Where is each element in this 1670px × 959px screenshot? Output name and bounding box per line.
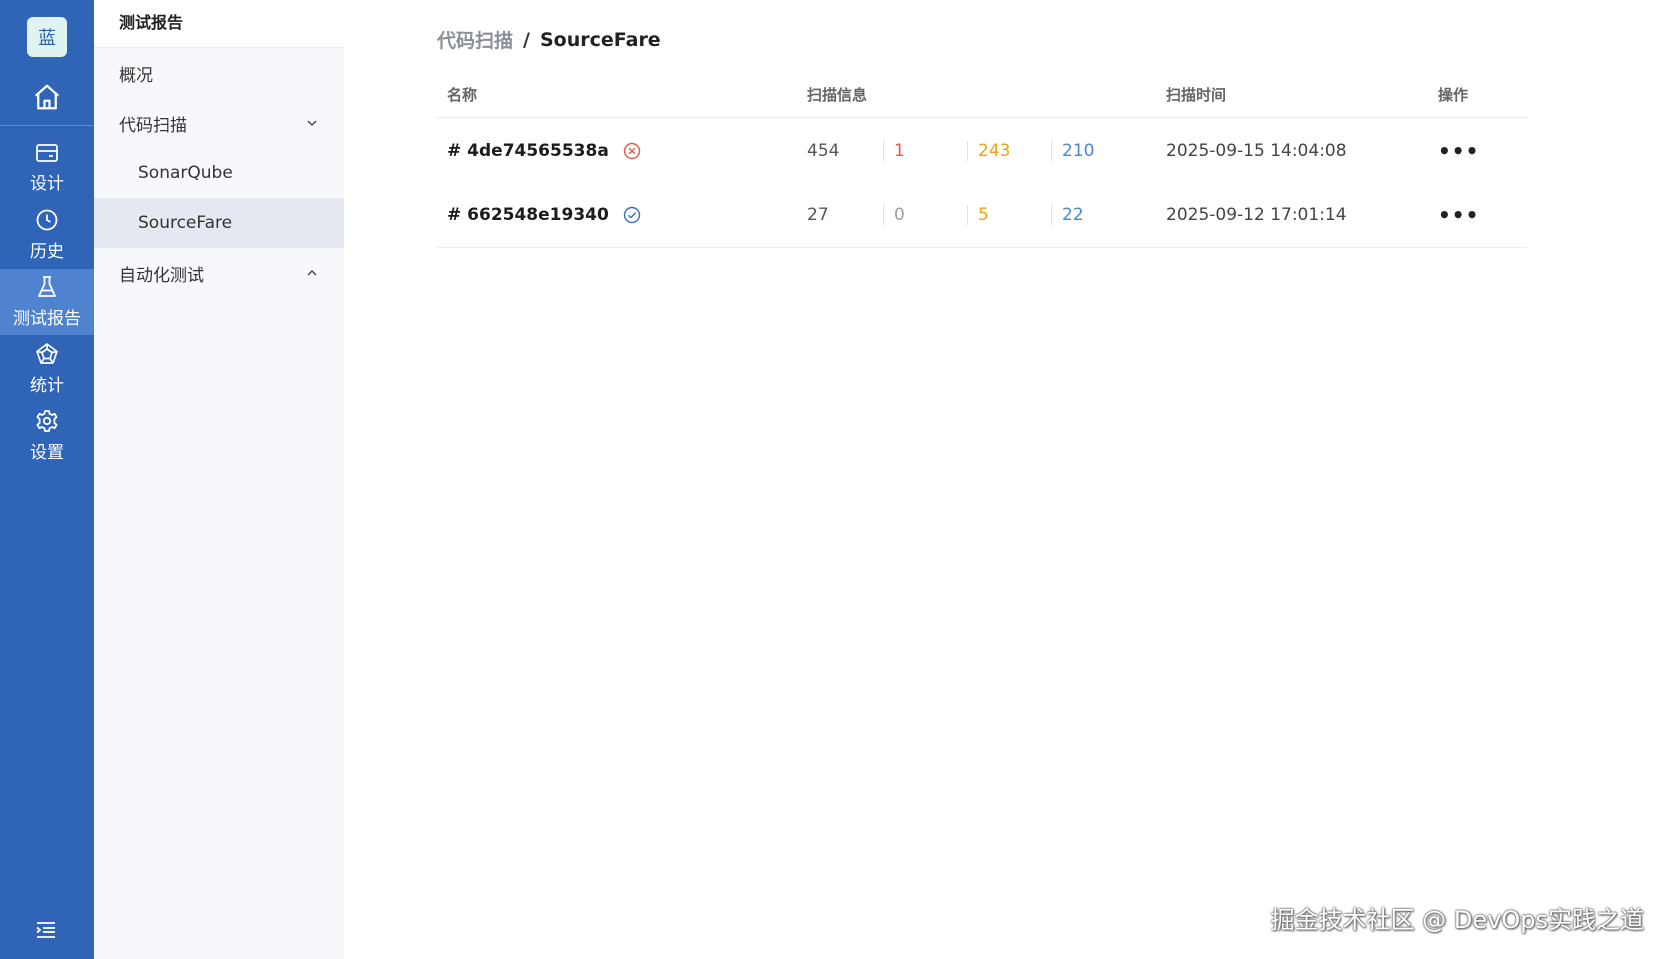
issue-count-critical: 0 [883,205,967,225]
rail-item-label: 统计 [30,376,64,396]
success-status-icon [623,206,641,224]
failed-status-icon [623,142,641,159]
issue-count-info: 210 [1051,140,1094,161]
rail-item-history[interactable]: 历史 [0,202,94,268]
rail-item-label: 设置 [30,443,64,463]
sidebar-item-label: SourceFare [138,213,233,233]
issue-count-critical: 1 [883,140,967,161]
sidebar-item-label: 自动化测试 [119,265,204,286]
scan-info: 454 1 243 210 [807,140,1166,161]
sidebar-item-label: 概况 [119,65,153,86]
sidebar-item-sonarqube[interactable]: SonarQube [94,148,344,198]
chevron-up-icon [307,270,317,276]
rail-item-design[interactable]: 设计 [0,135,94,201]
breadcrumb: 代码扫描 / SourceFare [437,26,661,53]
more-actions-button[interactable]: ••• [1438,203,1479,227]
left-rail: 蓝 设计 历史 测试报告 统计 设置 [0,0,94,959]
clock-icon [36,209,58,231]
breadcrumb-separator: / [523,28,530,51]
card-icon [36,144,58,162]
sidebar-item-code-scan[interactable]: 代码扫描 [94,98,344,148]
rail-item-settings[interactable]: 设置 [0,403,94,469]
scan-name-link[interactable]: # 4de74565538a [447,141,622,161]
scan-time: 2025-09-12 17:01:14 [1166,205,1347,225]
rail-item-statistics[interactable]: 统计 [0,336,94,402]
sidebar-item-sourcefare[interactable]: SourceFare [94,198,344,248]
breadcrumb-current: SourceFare [539,28,661,51]
column-header-scan-info: 扫描信息 [807,86,868,104]
main-content: 代码扫描 / SourceFare 名称 扫描信息 扫描时间 操作 # 4de7… [344,0,1670,959]
secondary-sidebar: 测试报告 概况 代码扫描 SonarQube SourceFare 自动化测试 [94,0,344,959]
table-row[interactable]: # 4de74565538a 454 1 243 210 2025-09-15 … [437,118,1527,183]
issue-total: 27 [807,205,829,225]
home-button[interactable] [0,74,94,120]
sidebar-item-label: 代码扫描 [119,115,187,136]
rail-item-label: 测试报告 [13,309,81,329]
rail-item-test-report[interactable]: 测试报告 [0,269,94,335]
column-header-scan-time: 扫描时间 [1166,86,1227,104]
column-header-name: 名称 [447,86,478,104]
rail-item-label: 历史 [30,242,64,262]
issue-count-warning: 243 [967,140,1051,161]
gear-icon [36,410,58,432]
issue-count-info: 22 [1051,205,1084,225]
rail-divider [0,125,94,126]
flask-icon [38,276,56,297]
scan-table: 名称 扫描信息 扫描时间 操作 # 4de74565538a 454 1 243… [437,72,1527,248]
watermark: 掘金技术社区 @ DevOps实践之道 [1270,906,1644,934]
more-actions-button[interactable]: ••• [1438,139,1479,163]
sidebar-item-automation-test[interactable]: 自动化测试 [94,248,344,298]
sidebar-item-label: SonarQube [138,163,233,183]
scan-time: 2025-09-15 14:04:08 [1166,140,1347,161]
sidebar-item-overview[interactable]: 概况 [94,48,344,98]
issue-total: 454 [807,140,840,161]
table-row[interactable]: # 662548e19340 27 0 5 22 2025-09-12 17:0… [437,183,1527,248]
chevron-down-icon [307,120,317,126]
app-logo[interactable]: 蓝 [27,17,67,57]
breadcrumb-parent[interactable]: 代码扫描 [437,26,513,53]
column-header-actions: 操作 [1438,86,1469,104]
scan-name-link[interactable]: # 662548e19340 [447,205,622,225]
issue-count-warning: 5 [967,205,1051,225]
sidebar-title: 测试报告 [94,0,344,48]
menu-collapse-icon [36,922,55,938]
scan-info: 27 0 5 22 [807,205,1166,225]
home-icon [35,84,59,110]
rail-item-label: 设计 [30,174,64,194]
table-header: 名称 扫描信息 扫描时间 操作 [437,72,1527,118]
collapse-menu-button[interactable] [35,921,57,943]
pentagon-icon [36,343,58,364]
